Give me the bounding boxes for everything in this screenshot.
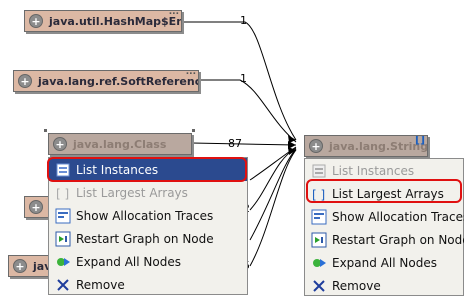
- selection-handle: [44, 129, 47, 132]
- menu-item-list-instances[interactable]: List Instances: [305, 159, 463, 182]
- menu-item-list-instances[interactable]: List Instances: [49, 158, 247, 181]
- node-label: java.util.HashMap$Entry: [49, 14, 182, 28]
- selection-handle: [192, 129, 195, 132]
- remove-icon: [311, 278, 327, 294]
- array-icon: [ ]: [311, 186, 327, 202]
- edge-hashmap-string: [182, 21, 297, 141]
- menu-item-restart-graph[interactable]: Restart Graph on Node: [49, 227, 247, 250]
- svg-text:[ ]: [ ]: [312, 188, 325, 202]
- menu-item-label: Expand All Nodes: [332, 255, 437, 270]
- expand-nodes-icon: [311, 255, 327, 271]
- restart-graph-icon: [311, 232, 327, 248]
- node-label: java.lang.String[]: [329, 139, 428, 153]
- menu-item-expand-all[interactable]: Expand All Nodes: [305, 251, 463, 274]
- allocation-trace-icon: [55, 208, 71, 224]
- menu-item-show-allocation-traces[interactable]: Show Allocation Traces: [49, 204, 247, 227]
- edge-count-label: 1: [240, 72, 247, 85]
- edge-lower-string: [249, 147, 297, 211]
- node-badge-icon: ...: [185, 70, 196, 77]
- expand-node-icon[interactable]: +: [18, 74, 32, 88]
- menu-item-label: List Instances: [332, 163, 415, 178]
- edge-class-string: [191, 142, 297, 146]
- menu-item-expand-all[interactable]: Expand All Nodes: [49, 250, 247, 273]
- expand-node-icon[interactable]: +: [309, 139, 323, 153]
- allocation-trace-icon: [311, 209, 327, 225]
- node-badge-icon: ...: [168, 10, 179, 17]
- menu-item-label: List Largest Arrays: [76, 185, 188, 200]
- expand-node-icon[interactable]: +: [29, 200, 43, 214]
- expand-node-icon[interactable]: +: [53, 137, 67, 151]
- node-label: java.lang.Class: [73, 137, 167, 151]
- list-instances-icon: [55, 162, 71, 178]
- node-string-array[interactable]: + java.lang.String[] []: [304, 135, 428, 157]
- menu-item-label: Remove: [76, 277, 125, 292]
- svg-text:[ ]: [ ]: [56, 187, 69, 201]
- expand-node-icon[interactable]: +: [29, 14, 43, 28]
- restart-graph-icon: [55, 231, 71, 247]
- menu-item-label: List Instances: [76, 162, 159, 177]
- expand-nodes-icon: [55, 254, 71, 270]
- expand-node-icon[interactable]: +: [13, 259, 27, 273]
- node-partial-left[interactable]: +: [24, 196, 50, 218]
- context-menu-string-array: List Instances [ ] List Largest Arrays S…: [304, 158, 464, 296]
- node-soft-reference[interactable]: + java.lang.ref.SoftReference ...: [13, 70, 199, 92]
- menu-item-label: Expand All Nodes: [76, 254, 181, 269]
- node-hashmap-entry[interactable]: + java.util.HashMap$Entry ...: [24, 10, 182, 32]
- menu-item-label: Show Allocation Traces: [332, 209, 464, 224]
- menu-item-label: Restart Graph on Node: [332, 232, 464, 247]
- edge-bottom-string: [249, 149, 297, 267]
- menu-item-label: Show Allocation Traces: [76, 208, 214, 223]
- menu-item-restart-graph[interactable]: Restart Graph on Node: [305, 228, 464, 251]
- menu-item-show-allocation-traces[interactable]: Show Allocation Traces: [305, 205, 464, 228]
- menu-item-label: Restart Graph on Node: [76, 231, 214, 246]
- menu-item-list-largest-arrays[interactable]: [ ] List Largest Arrays: [305, 182, 463, 205]
- node-label: java.lang.ref.SoftReference: [38, 74, 199, 88]
- node-java-lang-class[interactable]: + java.lang.Class: [48, 133, 192, 155]
- menu-item-list-largest-arrays[interactable]: [ ] List Largest Arrays: [49, 181, 247, 204]
- edge-count-label: 87: [228, 137, 242, 150]
- context-menu-class: List Instances [ ] List Largest Arrays S…: [47, 157, 248, 296]
- menu-item-label: List Largest Arrays: [332, 186, 444, 201]
- node-partial-bottom[interactable]: + jav: [8, 255, 50, 277]
- menu-item-label: Remove: [332, 278, 381, 293]
- menu-item-remove[interactable]: Remove: [49, 273, 247, 296]
- array-icon: [ ]: [55, 185, 71, 201]
- array-badge-icon: []: [414, 135, 425, 146]
- remove-icon: [55, 277, 71, 293]
- list-instances-icon: [311, 163, 327, 179]
- edge-count-label: 1: [240, 14, 247, 27]
- menu-item-remove[interactable]: Remove: [305, 274, 463, 297]
